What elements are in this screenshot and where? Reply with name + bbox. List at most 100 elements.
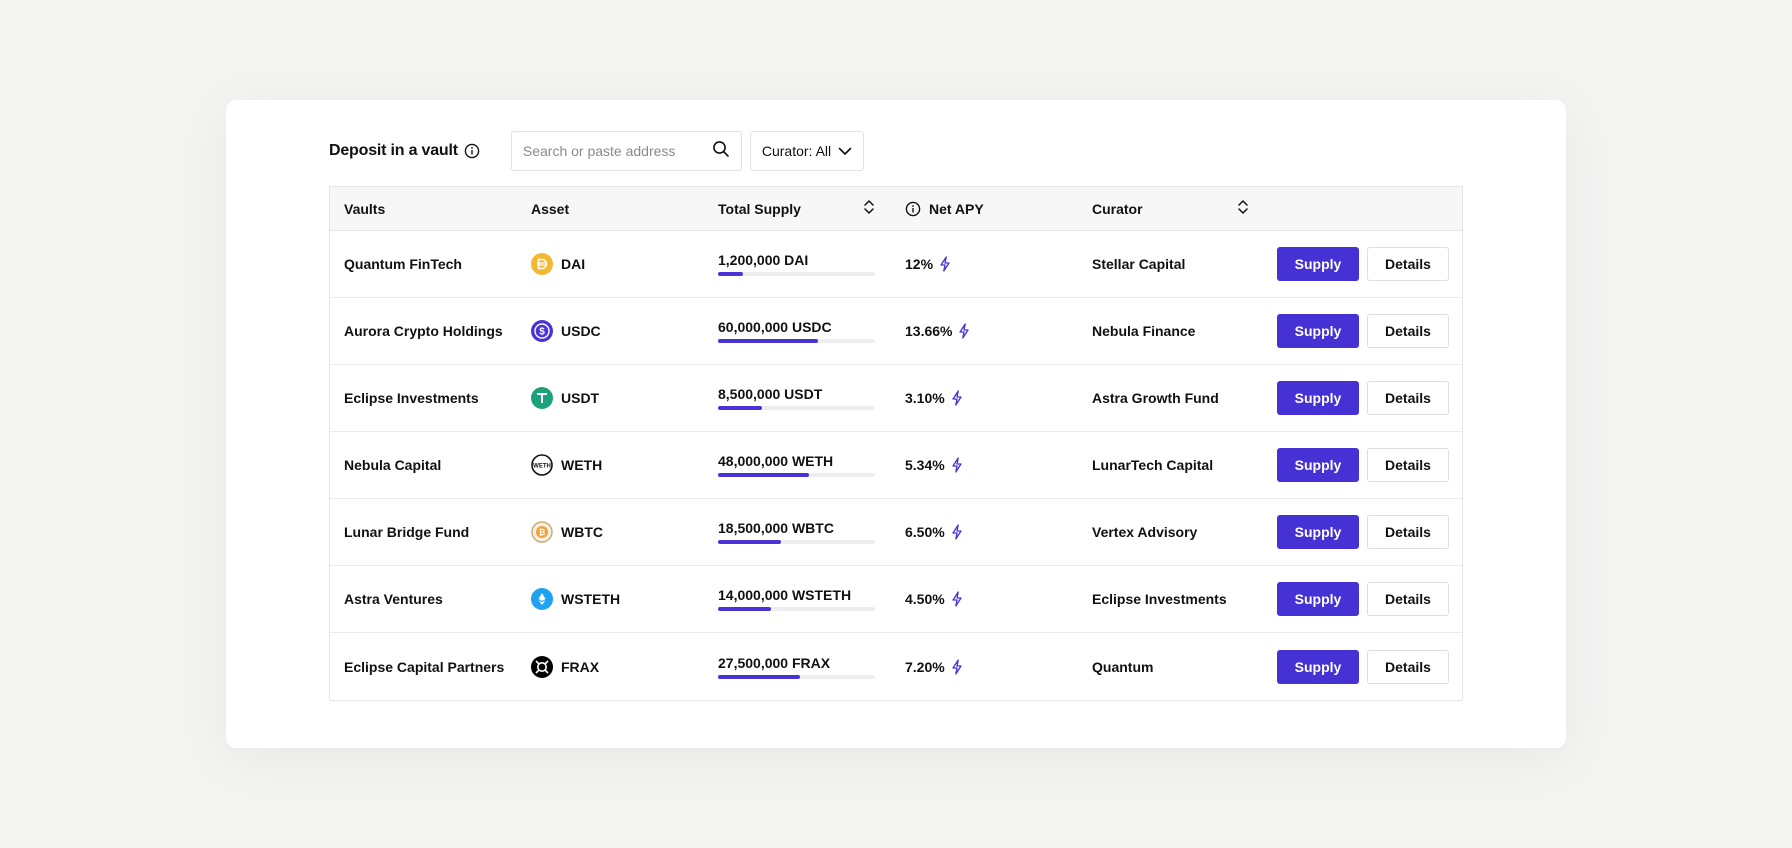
header-vaults: Vaults (344, 200, 386, 217)
vault-name[interactable]: Lunar Bridge Fund (330, 524, 517, 540)
row-actions: Supply Details (1265, 649, 1462, 684)
supply-button[interactable]: Supply (1277, 582, 1359, 616)
supply-progress-bar (718, 607, 875, 611)
lightning-bolt-icon[interactable] (951, 524, 963, 540)
total-supply-value: 48,000,000 WETH (718, 453, 834, 469)
net-apy-value: 4.50% (905, 591, 945, 607)
net-apy-value: 6.50% (905, 524, 945, 540)
lightning-bolt-icon[interactable] (951, 390, 963, 406)
supply-button[interactable]: Supply (1277, 515, 1359, 549)
supply-button[interactable]: Supply (1277, 247, 1359, 281)
frax-icon (531, 655, 553, 678)
supply-button[interactable]: Supply (1277, 381, 1359, 415)
supply-button[interactable]: Supply (1277, 448, 1359, 482)
header-total-supply[interactable]: Total Supply (704, 199, 891, 218)
total-supply-value: 14,000,000 WSTETH (718, 587, 852, 603)
table-header: Vaults Asset Total Supply Net APY Curato… (330, 187, 1462, 231)
details-button[interactable]: Details (1367, 247, 1449, 281)
row-actions: Supply Details (1265, 515, 1462, 549)
vaults-table: Vaults Asset Total Supply Net APY Curato… (329, 186, 1463, 701)
net-apy-value: 3.10% (905, 390, 945, 406)
lightning-bolt-icon[interactable] (958, 323, 970, 339)
table-body: Quantum FinTech DAI 1,200,000 DAI 12% St… (330, 231, 1462, 700)
vault-name[interactable]: Quantum FinTech (330, 256, 517, 272)
curator-name[interactable]: Nebula Finance (1078, 323, 1265, 339)
sort-icon[interactable] (1237, 199, 1249, 218)
search-icon[interactable] (712, 140, 730, 163)
supply-progress-fill (718, 540, 781, 544)
details-button[interactable]: Details (1367, 448, 1449, 482)
svg-text:₿: ₿ (539, 528, 546, 537)
asset-symbol: USDT (561, 390, 600, 406)
supply-progress-bar (718, 473, 875, 477)
net-apy-cell: 12% (891, 256, 1078, 272)
asset-cell: $ USDC (517, 320, 704, 342)
table-row: Eclipse Investments USDT 8,500,000 USDT … (330, 365, 1462, 432)
curator-name[interactable]: Vertex Advisory (1078, 524, 1265, 540)
svg-text:WETH: WETH (533, 464, 551, 470)
curator-name[interactable]: Eclipse Investments (1078, 591, 1265, 607)
details-button[interactable]: Details (1367, 381, 1449, 415)
header-asset: Asset (531, 200, 570, 217)
curator-name[interactable]: Quantum (1078, 659, 1265, 675)
row-actions: Supply Details (1265, 381, 1462, 415)
info-icon[interactable] (464, 143, 480, 159)
info-icon[interactable] (905, 201, 921, 217)
supply-progress-bar (718, 540, 875, 544)
supply-progress-fill (718, 674, 800, 679)
asset-symbol: WSTETH (561, 591, 621, 607)
search-input[interactable] (522, 143, 712, 159)
supply-progress-fill (718, 272, 744, 276)
details-button[interactable]: Details (1367, 314, 1449, 348)
header-curator[interactable]: Curator (1078, 199, 1265, 218)
supply-progress-bar (718, 674, 875, 679)
net-apy-value: 5.34% (905, 457, 945, 473)
table-row: Eclipse Capital Partners FRAX 27,500,000… (330, 633, 1462, 700)
net-apy-cell: 3.10% (891, 390, 1078, 406)
vault-name[interactable]: Astra Ventures (330, 591, 517, 607)
vault-card: Deposit in a vault Curator: All Vaults A… (226, 100, 1566, 748)
net-apy-cell: 6.50% (891, 524, 1078, 540)
asset-cell: WETH WETH (517, 454, 704, 476)
wsteth-icon (531, 588, 553, 610)
net-apy-cell: 7.20% (891, 659, 1078, 675)
header-curator-label: Curator (1092, 200, 1143, 217)
curator-filter-dropdown[interactable]: Curator: All (749, 131, 864, 171)
sort-icon[interactable] (863, 199, 875, 218)
details-button[interactable]: Details (1367, 649, 1449, 684)
curator-name[interactable]: LunarTech Capital (1078, 457, 1265, 473)
supply-progress-fill (718, 339, 819, 343)
supply-progress-fill (718, 473, 810, 477)
supply-progress-fill (718, 607, 772, 611)
asset-cell: ₿ WBTC (517, 521, 704, 543)
net-apy-cell: 5.34% (891, 457, 1078, 473)
lightning-bolt-icon[interactable] (951, 591, 963, 607)
lightning-bolt-icon[interactable] (951, 658, 963, 675)
asset-symbol: USDC (561, 323, 601, 339)
vault-name[interactable]: Eclipse Investments (330, 390, 517, 406)
asset-symbol: WETH (561, 457, 603, 473)
curator-name[interactable]: Stellar Capital (1078, 256, 1265, 272)
vault-name[interactable]: Nebula Capital (330, 457, 517, 473)
asset-symbol: DAI (561, 256, 586, 272)
lightning-bolt-icon[interactable] (939, 256, 951, 272)
total-supply-value: 18,500,000 WBTC (718, 520, 834, 536)
supply-button[interactable]: Supply (1277, 314, 1359, 348)
weth-icon: WETH (531, 454, 553, 476)
details-button[interactable]: Details (1367, 582, 1449, 616)
supply-progress-bar (718, 272, 875, 276)
supply-button[interactable]: Supply (1277, 649, 1359, 684)
net-apy-value: 7.20% (905, 658, 945, 675)
net-apy-value: 12% (905, 256, 934, 272)
total-supply-cell: 48,000,000 WETH (704, 453, 891, 477)
vault-name[interactable]: Eclipse Capital Partners (330, 659, 517, 675)
lightning-bolt-icon[interactable] (951, 457, 963, 473)
supply-progress-bar (718, 406, 875, 410)
details-button[interactable]: Details (1367, 515, 1449, 549)
net-apy-cell: 4.50% (891, 591, 1078, 607)
svg-text:$: $ (539, 327, 545, 338)
vault-name[interactable]: Aurora Crypto Holdings (330, 323, 517, 339)
curator-filter-label: Curator: All (761, 143, 832, 159)
curator-name[interactable]: Astra Growth Fund (1078, 390, 1265, 406)
total-supply-cell: 1,200,000 DAI (704, 252, 891, 276)
